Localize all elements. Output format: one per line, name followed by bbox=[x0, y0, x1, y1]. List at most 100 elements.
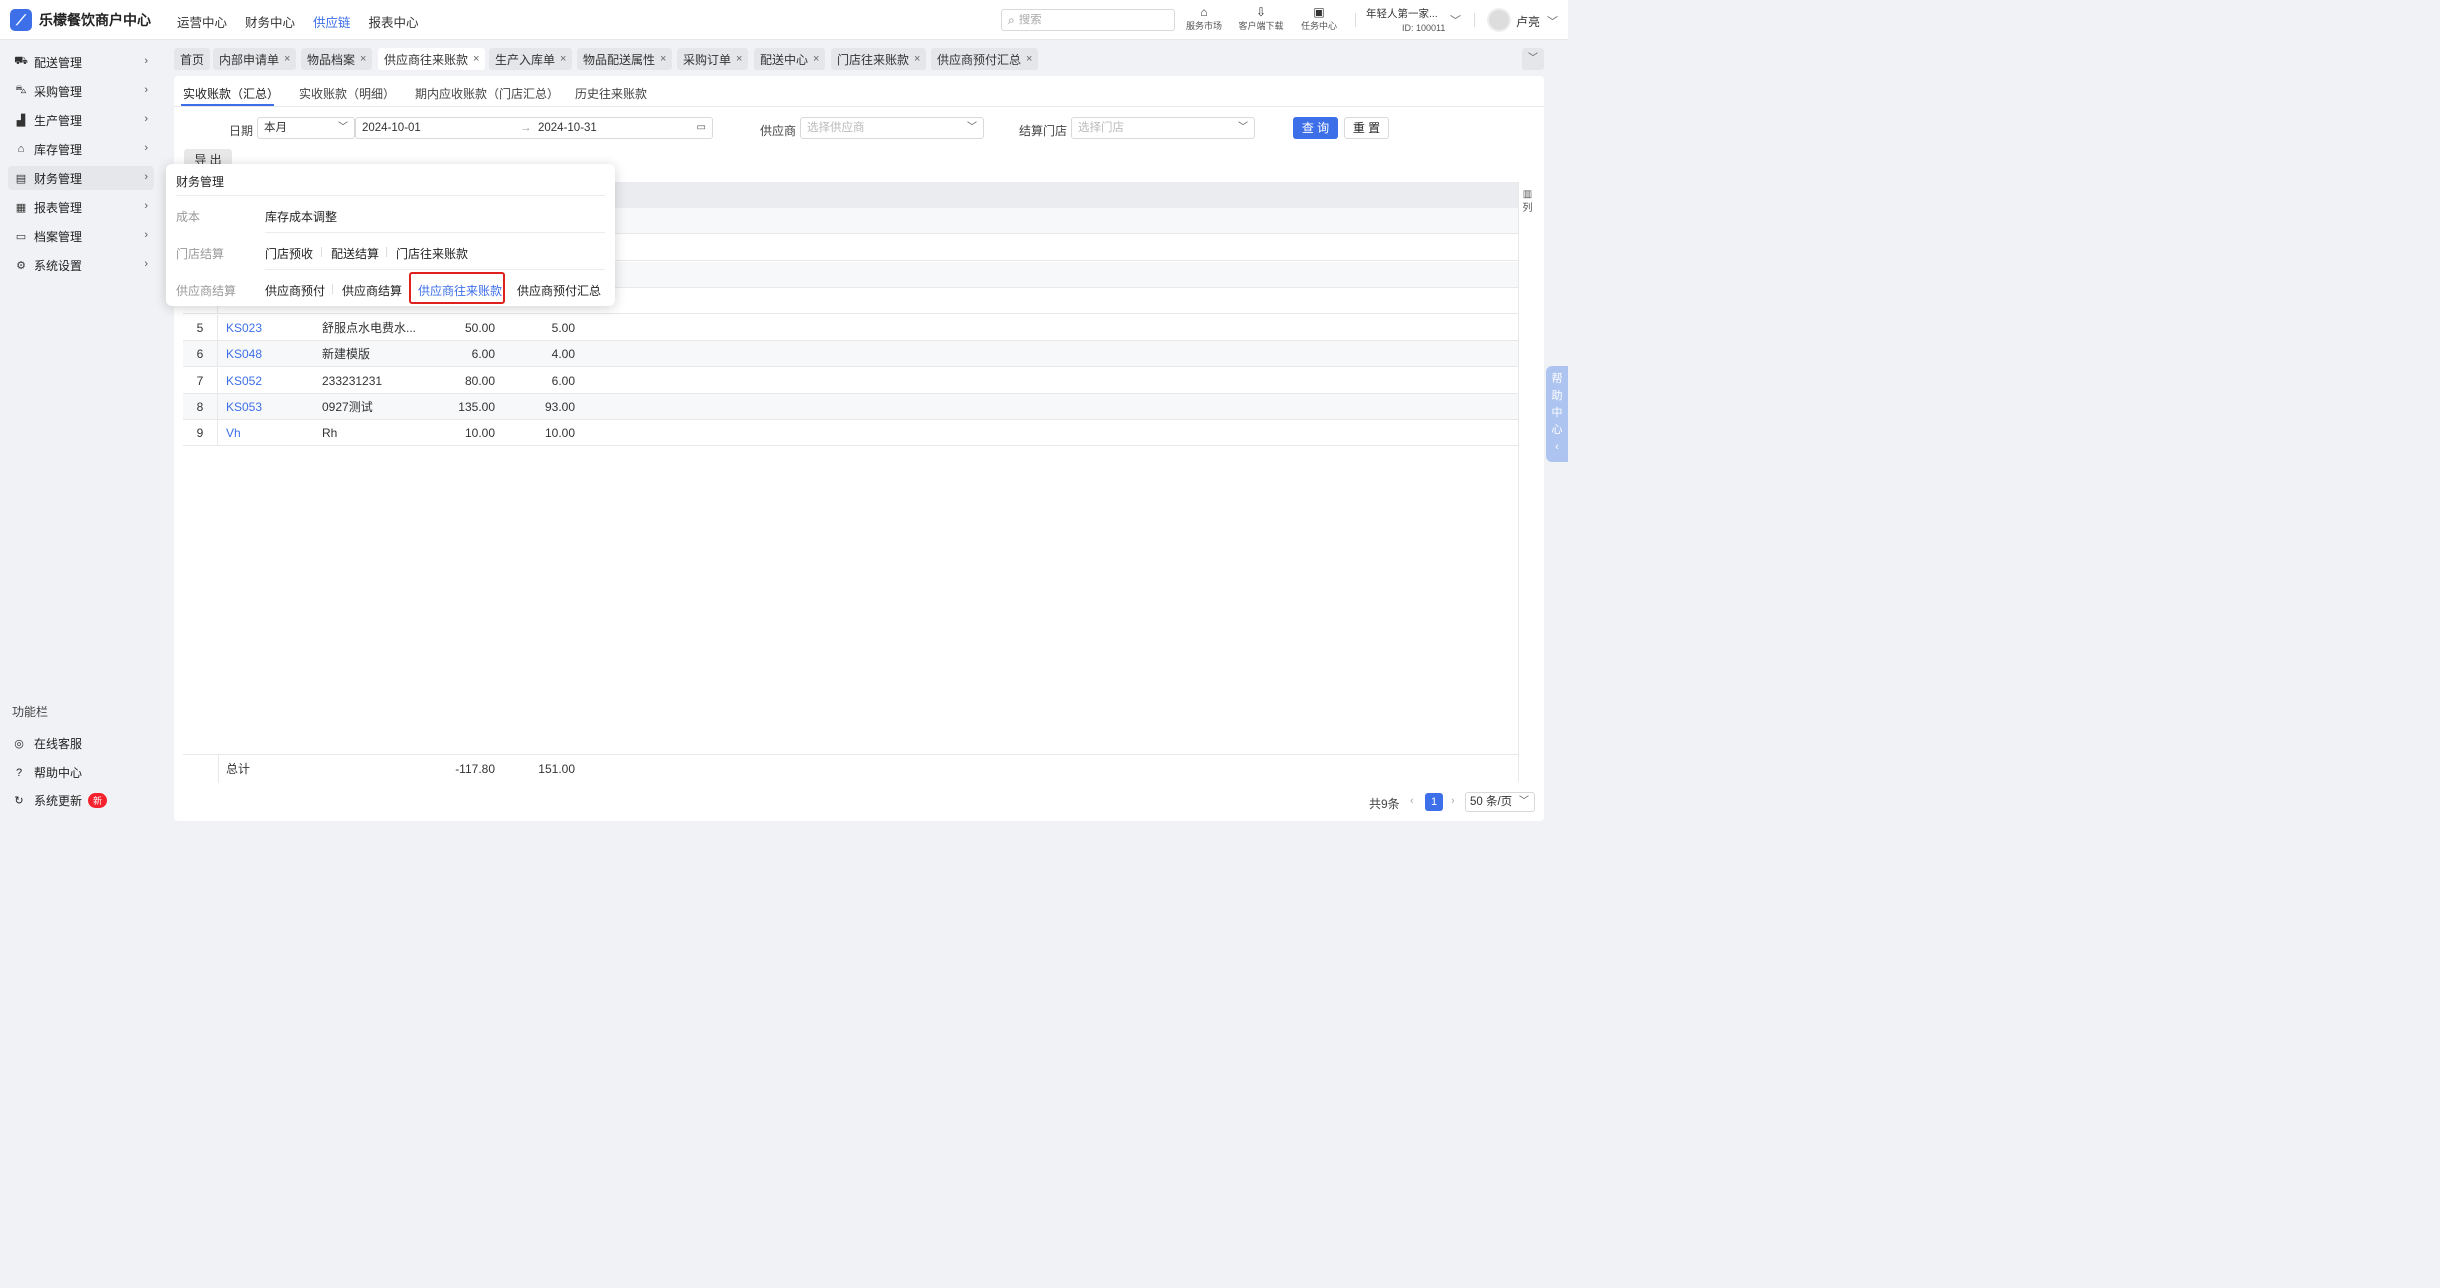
supplier-code-link[interactable]: KS052 bbox=[226, 368, 262, 394]
menu-title: 财务管理 bbox=[176, 175, 225, 189]
date-range-type-select[interactable]: 本月 ﹀ bbox=[257, 117, 355, 139]
nav-reports[interactable]: 报表中心 bbox=[369, 12, 419, 31]
tab-purchase-order[interactable]: 采购订单 × bbox=[677, 48, 749, 70]
brand-logo[interactable]: ⟋ 乐檬餐饮商户中心 bbox=[10, 9, 151, 31]
tab-home[interactable]: 首页 bbox=[174, 48, 211, 70]
table-row[interactable]: 8 KS053 0927测试 135.00 93.00 bbox=[183, 394, 1518, 420]
query-button[interactable]: 查 询 bbox=[1293, 117, 1338, 139]
tab-distribution-center[interactable]: 配送中心 × bbox=[754, 48, 826, 70]
subtab-received-summary[interactable]: 实收账款（汇总） bbox=[183, 85, 279, 102]
nav-ops[interactable]: 运营中心 bbox=[177, 12, 227, 31]
service-market-button[interactable]: ⌂ 服务市场 bbox=[1176, 5, 1232, 32]
store-switcher[interactable]: 年轻人第一家... ID: 100011 bbox=[1366, 6, 1446, 33]
tab-store-accounts[interactable]: 门店往来账款 × bbox=[831, 48, 927, 70]
close-icon[interactable]: × bbox=[1026, 53, 1032, 65]
close-icon[interactable]: × bbox=[284, 53, 290, 65]
prev-page-icon[interactable]: ‹ bbox=[1410, 795, 1414, 807]
sidebar-item-reports[interactable]: ▦ 报表管理 › bbox=[8, 195, 154, 219]
nav-supply-chain[interactable]: 供应链 bbox=[313, 12, 351, 31]
subtab-received-detail[interactable]: 实收账款（明细） bbox=[299, 85, 395, 102]
supplier-select[interactable]: 选择供应商 ﹀ bbox=[800, 117, 984, 139]
link-separator bbox=[332, 284, 333, 294]
tab-internal-request[interactable]: 内部申请单 × bbox=[213, 48, 297, 70]
close-icon[interactable]: × bbox=[473, 53, 479, 65]
tab-supplier-prepay-summary[interactable]: 供应商预付汇总 × bbox=[931, 48, 1039, 70]
tab-supplier-accounts[interactable]: 供应商往来账款 × bbox=[378, 48, 486, 70]
menu-link-supplier-prepay-summary[interactable]: 供应商预付汇总 bbox=[517, 282, 601, 299]
client-download-label: 客户端下载 bbox=[1238, 21, 1284, 31]
close-icon[interactable]: × bbox=[360, 53, 366, 65]
sidebar-item-archive[interactable]: ▭ 档案管理 › bbox=[8, 224, 154, 248]
tabs-more-button[interactable]: ﹀ bbox=[1522, 48, 1544, 70]
tab-item-delivery-attr[interactable]: 物品配送属性 × bbox=[577, 48, 673, 70]
top-nav: 运营中心 财务中心 供应链 报表中心 bbox=[177, 12, 437, 31]
search-box[interactable]: ⌕ bbox=[1001, 9, 1175, 31]
column-settings-button[interactable]: ▥ 列 bbox=[1518, 182, 1536, 230]
chevron-left-icon: ‹ bbox=[1555, 441, 1559, 453]
store-label: 结算门店 bbox=[1019, 124, 1068, 138]
table-row[interactable]: 6 KS048 新建模版 6.00 4.00 bbox=[183, 341, 1518, 367]
date-start[interactable]: 2024-10-01 bbox=[362, 122, 421, 134]
menu-link-store-accounts[interactable]: 门店往来账款 bbox=[396, 245, 468, 262]
amount-2: 10.00 bbox=[544, 426, 575, 440]
close-icon[interactable]: × bbox=[813, 53, 819, 65]
tab-production-inbound[interactable]: 生产入库单 × bbox=[489, 48, 573, 70]
search-icon: ⌕ bbox=[1008, 12, 1015, 27]
supplier-name: 新建模版 bbox=[322, 347, 371, 361]
subtab-period-receivable[interactable]: 期内应收账款（门店汇总） bbox=[415, 85, 559, 102]
supplier-code-link[interactable]: KS053 bbox=[226, 394, 262, 420]
sidebar-item-settings[interactable]: ⚙ 系统设置 › bbox=[8, 253, 154, 277]
supplier-code-link[interactable]: Vh bbox=[226, 420, 241, 446]
page-size-select[interactable]: 50 条/页 ﹀ bbox=[1465, 792, 1535, 812]
store-select[interactable]: 选择门店 ﹀ bbox=[1071, 117, 1255, 139]
amount-2: 5.00 bbox=[551, 321, 575, 335]
menu-link-supplier-prepay[interactable]: 供应商预付 bbox=[265, 282, 325, 299]
calendar-icon[interactable]: ▭ bbox=[697, 118, 706, 138]
online-support-link[interactable]: ◎ 在线客服 bbox=[12, 735, 82, 752]
next-page-icon[interactable]: › bbox=[1451, 795, 1455, 807]
chevron-right-icon: › bbox=[144, 84, 148, 96]
date-end[interactable]: 2024-10-31 bbox=[538, 118, 597, 138]
tab-label: 首页 bbox=[180, 52, 205, 67]
supplier-code-link[interactable]: KS048 bbox=[226, 341, 262, 367]
system-update-link[interactable]: ↻ 系统更新 新 bbox=[12, 792, 108, 809]
table-row[interactable]: 5 KS023 舒服点水电费水... 50.00 5.00 bbox=[183, 315, 1518, 341]
search-input[interactable] bbox=[1018, 14, 1159, 26]
close-icon[interactable]: × bbox=[660, 53, 666, 65]
sidebar-item-finance[interactable]: ▤ 财务管理 › bbox=[8, 166, 154, 190]
help-center-link[interactable]: ? 帮助中心 bbox=[12, 764, 82, 781]
user-name[interactable]: 卢亮 bbox=[1516, 13, 1540, 30]
table-row[interactable]: 7 KS052 233231231 80.00 6.00 bbox=[183, 368, 1518, 394]
close-icon[interactable]: × bbox=[736, 53, 742, 65]
current-page-button[interactable]: 1 bbox=[1425, 793, 1443, 811]
top-bar: ⟋ 乐檬餐饮商户中心 运营中心 财务中心 供应链 报表中心 ⌕ ⌂ 服务市场 ⇩… bbox=[0, 0, 1568, 40]
tab-item-archive[interactable]: 物品档案 × bbox=[301, 48, 373, 70]
close-icon[interactable]: × bbox=[560, 53, 566, 65]
menu-link-inventory-cost-adjust[interactable]: 库存成本调整 bbox=[265, 208, 337, 225]
close-icon[interactable]: × bbox=[914, 53, 920, 65]
subtab-history[interactable]: 历史往来账款 bbox=[575, 85, 647, 102]
tab-label: 门店往来账款 bbox=[837, 52, 910, 67]
help-center-side-tab[interactable]: 帮助中心 ‹ bbox=[1546, 366, 1568, 462]
sidebar-item-delivery[interactable]: ⛟ 配送管理 › bbox=[8, 50, 154, 74]
client-download-button[interactable]: ⇩ 客户端下载 bbox=[1233, 5, 1289, 32]
amount-2: 93.00 bbox=[544, 400, 575, 414]
archive-icon: ▭ bbox=[15, 230, 27, 243]
date-range-picker[interactable]: 2024-10-01 → 2024-10-31 ▭ bbox=[355, 117, 713, 139]
supplier-code-link[interactable]: KS023 bbox=[226, 315, 262, 341]
task-center-button[interactable]: ▣ 任务中心 bbox=[1291, 5, 1347, 32]
chevron-down-icon[interactable]: ﹀ bbox=[1547, 13, 1558, 29]
sidebar-item-production[interactable]: ▟ 生产管理 › bbox=[8, 108, 154, 132]
menu-link-delivery-settlement[interactable]: 配送结算 bbox=[331, 245, 379, 262]
chevron-down-icon[interactable]: ﹀ bbox=[1450, 12, 1461, 28]
sidebar-item-label: 配送管理 bbox=[34, 55, 83, 70]
avatar[interactable] bbox=[1487, 8, 1511, 32]
reset-button[interactable]: 重 置 bbox=[1344, 117, 1389, 139]
nav-finance[interactable]: 财务中心 bbox=[245, 12, 295, 31]
sidebar-item-inventory[interactable]: ⌂ 库存管理 › bbox=[8, 137, 154, 161]
menu-link-supplier-settlement[interactable]: 供应商结算 bbox=[342, 282, 402, 299]
task-center-label: 任务中心 bbox=[1300, 21, 1337, 31]
table-row[interactable]: 9 Vh Rh 10.00 10.00 bbox=[183, 420, 1518, 446]
sidebar-item-purchase[interactable]: ⛍ 采购管理 › bbox=[8, 79, 154, 103]
menu-link-store-prepay[interactable]: 门店预收 bbox=[265, 245, 313, 262]
